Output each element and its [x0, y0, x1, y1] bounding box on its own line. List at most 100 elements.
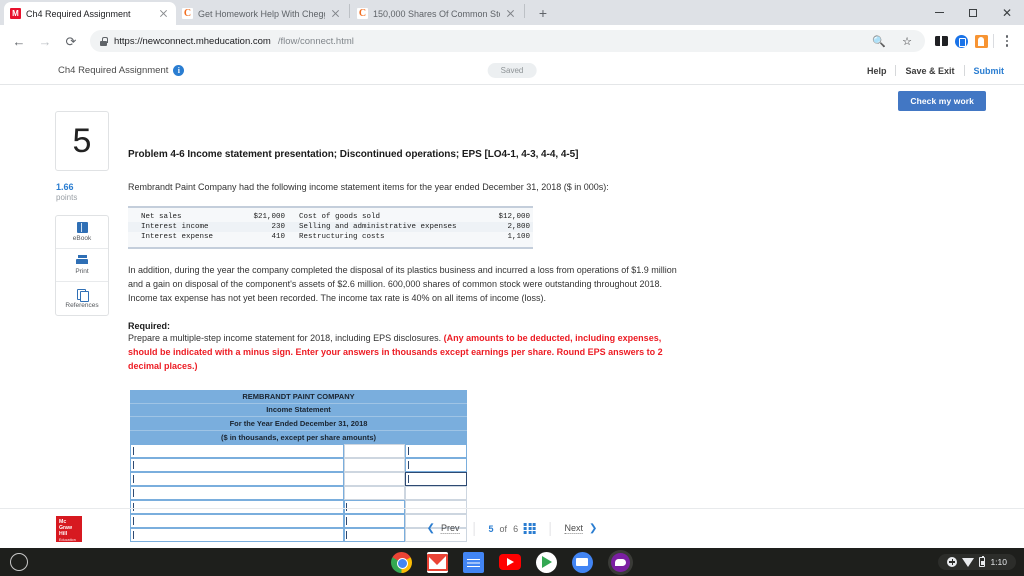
- required-heading: Required:: [128, 320, 171, 331]
- chrome-icon[interactable]: [391, 551, 412, 573]
- cell-right-label: Restructuring costs: [299, 233, 385, 241]
- address-bar[interactable]: https://newconnect.mheducation.com/flow/…: [90, 30, 925, 52]
- save-and-exit-button[interactable]: Save & Exit: [896, 66, 963, 76]
- answer-input-col2[interactable]: [343, 457, 406, 472]
- close-icon[interactable]: [158, 8, 170, 20]
- answer-input-col2[interactable]: [343, 485, 406, 500]
- answer-input-col2[interactable]: [343, 471, 406, 486]
- gmail-icon[interactable]: [427, 551, 448, 573]
- question-body: Problem 4-6 Income statement presentatio…: [115, 111, 1024, 542]
- youtube-icon[interactable]: [499, 554, 521, 570]
- url-path: /flow/connect.html: [277, 35, 354, 47]
- ebook-button[interactable]: eBook: [56, 216, 108, 249]
- extension-blue-icon[interactable]: [953, 33, 969, 49]
- check-my-work-button[interactable]: Check my work: [898, 91, 986, 111]
- browser-tab-2[interactable]: C Get Homework Help With Chegg: [176, 2, 348, 25]
- grid-view-icon[interactable]: [524, 522, 536, 535]
- cell-right-value: 2,800: [507, 223, 530, 231]
- back-icon[interactable]: ←: [8, 30, 30, 52]
- clock[interactable]: 1:10: [990, 557, 1007, 567]
- close-icon[interactable]: [330, 8, 342, 20]
- prev-button[interactable]: ❮ Prev: [413, 523, 474, 534]
- current-page: 5: [488, 523, 494, 534]
- chevron-left-icon: ❮: [426, 523, 436, 534]
- profile-avatar-icon[interactable]: [973, 33, 989, 49]
- tab-title: 150,000 Shares Of Common Sto: [373, 8, 500, 19]
- info-icon[interactable]: i: [173, 64, 185, 76]
- help-button[interactable]: Help: [858, 66, 896, 76]
- pagination: ❮ Prev 5 of 6 Next ❯: [413, 521, 612, 536]
- maximize-icon[interactable]: [956, 0, 990, 25]
- answer-input-col3[interactable]: [405, 485, 467, 500]
- question-number: 5: [55, 111, 109, 171]
- cell-left-value: 410: [271, 233, 285, 241]
- answer-input-label[interactable]: [130, 457, 344, 472]
- next-label: Next: [564, 523, 583, 534]
- mcgraw-hill-favicon: M: [10, 8, 21, 19]
- problem-intro: Rembrandt Paint Company had the followin…: [128, 182, 609, 192]
- forward-icon[interactable]: →: [34, 30, 56, 52]
- ebook-icon: [76, 222, 88, 233]
- minimize-icon[interactable]: [922, 0, 956, 25]
- answer-table-units: ($ in thousands, except per share amount…: [130, 430, 467, 444]
- new-tab-button[interactable]: +: [532, 2, 554, 24]
- chat-app-button[interactable]: [608, 549, 633, 575]
- answer-input-col2[interactable]: [343, 443, 406, 458]
- references-button[interactable]: References: [56, 282, 108, 315]
- launcher-icon[interactable]: [10, 553, 28, 571]
- window-controls: ✕: [922, 0, 1024, 25]
- logo-line-4: Education: [59, 537, 76, 542]
- wifi-icon[interactable]: [962, 557, 975, 567]
- chevron-right-icon: ❯: [588, 523, 598, 534]
- system-tray[interactable]: 1:10: [938, 554, 1016, 570]
- close-window-icon[interactable]: ✕: [990, 0, 1024, 25]
- reload-icon[interactable]: ⟳: [60, 30, 82, 52]
- page-indicator: 5 of 6: [475, 522, 550, 535]
- print-button[interactable]: Print: [56, 249, 108, 282]
- table-header-row: ($ in thousands, except per share amount…: [130, 430, 467, 444]
- table-row: [130, 443, 467, 458]
- chegg-favicon: C: [357, 7, 368, 19]
- table-header-row: For the Year Ended December 31, 2018: [130, 416, 467, 431]
- cell-left-label: Interest expense: [141, 233, 214, 241]
- cell-right-value: 1,100: [507, 233, 530, 241]
- cell-right-value: $12,000: [498, 213, 530, 221]
- chrome-menu-icon[interactable]: [998, 35, 1016, 47]
- taskbar: 1:10: [0, 548, 1024, 576]
- zoom-icon[interactable]: 🔍: [871, 33, 887, 49]
- page-content: Ch4 Required Assignment i Saved Help Save…: [0, 57, 1024, 548]
- question-rail: 5 1.66 points eBook Print References: [55, 111, 115, 542]
- answer-input-col3[interactable]: [405, 471, 467, 486]
- bookmark-star-icon[interactable]: ☆: [899, 33, 915, 49]
- tools-panel: eBook Print References: [55, 215, 109, 316]
- answer-input-col3[interactable]: [405, 443, 467, 458]
- tool-label: eBook: [72, 235, 92, 242]
- required-text: Prepare a multiple-step income statement…: [128, 332, 444, 343]
- extension-dark-icon[interactable]: [933, 33, 949, 49]
- browser-tab-3[interactable]: C 150,000 Shares Of Common Sto: [351, 2, 523, 25]
- accessibility-icon[interactable]: [947, 557, 958, 567]
- browser-tab-1[interactable]: M Ch4 Required Assignment: [4, 2, 176, 25]
- play-store-icon[interactable]: [536, 551, 557, 573]
- cell-left-value: $21,000: [253, 213, 285, 221]
- given-data-table: Net sales $21,000 Cost of goods sold $12…: [128, 206, 533, 249]
- battery-icon[interactable]: [979, 555, 986, 567]
- references-icon: [76, 288, 89, 302]
- assignment-header: Ch4 Required Assignment i Saved Help Save…: [0, 57, 1024, 85]
- tab-strip: M Ch4 Required Assignment C Get Homework…: [0, 0, 1024, 25]
- mcgraw-hill-logo: Mc Graw Hill Education: [56, 515, 82, 542]
- answer-input-label[interactable]: [130, 471, 344, 486]
- next-button[interactable]: Next ❯: [550, 523, 611, 534]
- google-docs-icon[interactable]: [463, 551, 484, 573]
- cell-right-label: Selling and administrative expenses: [299, 223, 457, 231]
- submit-button[interactable]: Submit: [965, 66, 1005, 76]
- answer-input-label[interactable]: [130, 485, 344, 500]
- files-icon[interactable]: [572, 551, 593, 573]
- toolbar-divider: [993, 34, 994, 48]
- close-icon[interactable]: [505, 8, 517, 20]
- tool-label: References: [65, 301, 99, 309]
- answer-input-col3[interactable]: [405, 457, 467, 472]
- answer-input-label[interactable]: [130, 443, 344, 458]
- print-icon: [76, 255, 88, 266]
- tool-label: Print: [75, 268, 89, 275]
